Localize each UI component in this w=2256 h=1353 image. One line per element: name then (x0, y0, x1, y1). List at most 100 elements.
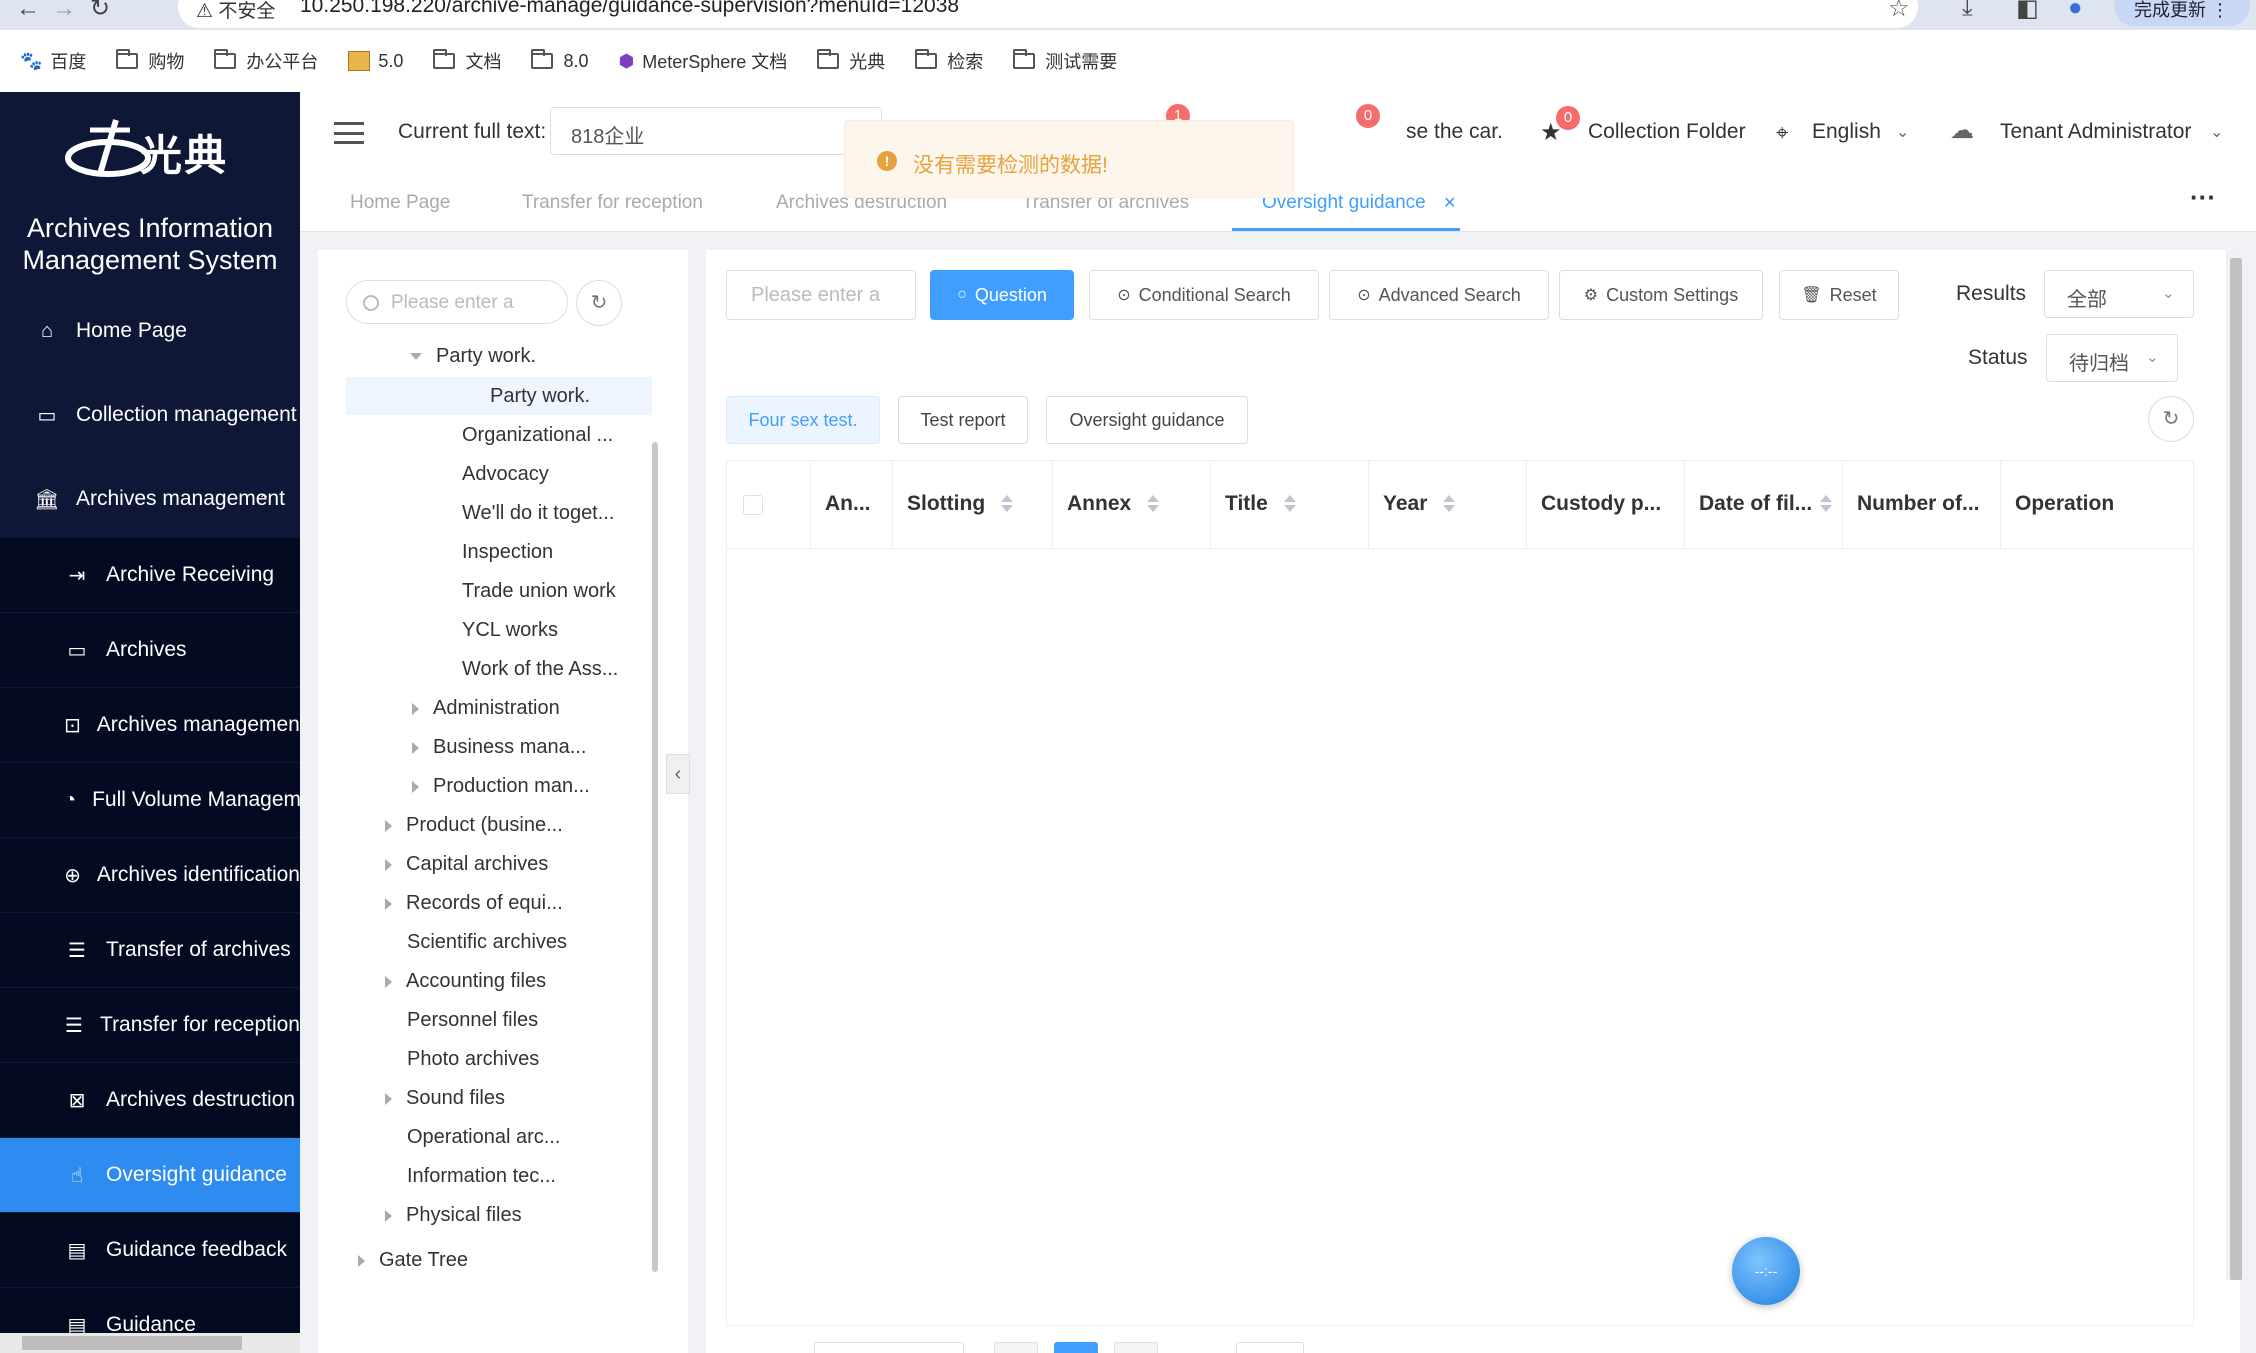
bookmark-5-0[interactable]: 5.0 (348, 51, 403, 72)
column-header[interactable]: Title (1211, 461, 1369, 549)
sidebar-item-home[interactable]: ⌂ Home Page (0, 294, 300, 368)
bookmark-guangdian[interactable]: 光典 (817, 48, 885, 74)
scrollbar-thumb[interactable] (22, 1336, 242, 1350)
bookmark-shopping[interactable]: 购物 (116, 48, 184, 74)
status-select[interactable]: 待归档 ⌄ (2046, 334, 2178, 382)
tab-home-page[interactable]: Home Page (350, 192, 450, 214)
collection-folder-link[interactable]: Collection Folder (1588, 120, 1746, 144)
chevron-down-icon[interactable]: ⌄ (2210, 122, 2223, 142)
subtab-oversight-guidance[interactable]: Oversight guidance (1046, 396, 1248, 444)
tree-node[interactable]: Physical files (385, 1196, 522, 1234)
sort-icon[interactable] (1147, 495, 1160, 513)
profile-icon[interactable]: ● (2068, 0, 2083, 22)
tree-node[interactable]: Records of equi... (385, 884, 563, 922)
chevron-down-icon[interactable]: ⌄ (1896, 122, 1909, 142)
sort-icon[interactable] (1820, 495, 1833, 513)
user-menu[interactable]: Tenant Administrator (2000, 120, 2191, 144)
sidebar-item-collection-management[interactable]: ▭ Collection management ⌄ (0, 378, 300, 452)
bookmark-star-icon[interactable]: ☆ (1888, 0, 1910, 23)
tree-node[interactable]: Information tec... (407, 1157, 556, 1195)
floating-assistant-button[interactable]: --:-- (1732, 1237, 1800, 1305)
bookmark-8-0[interactable]: 8.0 (531, 49, 588, 72)
tree-node-selected[interactable]: Party work. (346, 377, 652, 415)
tree-node[interactable]: Gate Tree (358, 1241, 468, 1279)
sidebar-item-archives[interactable]: ▭ Archives (0, 613, 300, 687)
more-icon[interactable]: ··· (2190, 182, 2216, 213)
scrollbar-thumb[interactable] (2230, 258, 2242, 1280)
sidebar-item-transfer-of-archives[interactable]: ☰ Transfer of archives (0, 913, 300, 987)
tree-node[interactable]: Party work. (410, 337, 536, 375)
update-button[interactable]: 完成更新 ⋮ (2114, 0, 2250, 26)
tree-node[interactable]: Work of the Ass... (462, 650, 618, 688)
caret-right-icon[interactable] (385, 858, 392, 871)
car-text[interactable]: se the car. (1406, 120, 1503, 144)
query-input[interactable]: Please enter a (726, 270, 916, 320)
sidebar-item-archives-management[interactable]: 🏛 Archives management ⌃ (0, 462, 300, 536)
tree-node[interactable]: Sound files (385, 1079, 505, 1117)
table-refresh-button[interactable]: ↻ (2148, 396, 2194, 442)
collapse-tree-button[interactable]: ‹ (666, 754, 690, 794)
sidebar-horizontal-scrollbar[interactable] (0, 1333, 300, 1353)
pagination-jump-input[interactable] (1236, 1342, 1304, 1353)
sort-icon[interactable] (1283, 495, 1296, 513)
sort-icon[interactable] (1443, 495, 1456, 513)
menu-toggle-icon[interactable] (334, 122, 364, 144)
column-header[interactable]: Date of fil... (1685, 461, 1843, 549)
sidebar-item-transfer-for-reception[interactable]: ☰ Transfer for reception (0, 988, 300, 1062)
advanced-search-button[interactable]: ⊙ Advanced Search (1329, 270, 1549, 320)
caret-right-icon[interactable] (385, 1092, 392, 1105)
sidebar-item-oversight-guidance[interactable]: ☝ Oversight guidance (0, 1138, 300, 1212)
caret-down-icon[interactable] (410, 353, 422, 361)
pagination-size-select[interactable] (814, 1342, 964, 1353)
tree-node[interactable]: Production man... (412, 767, 590, 805)
caret-right-icon[interactable] (385, 897, 392, 910)
tree-node[interactable]: Personnel files (407, 1001, 538, 1039)
column-header[interactable]: Annex (1053, 461, 1211, 549)
caret-right-icon[interactable] (412, 741, 419, 754)
caret-right-icon[interactable] (412, 702, 419, 715)
url-text[interactable]: 10.250.198.220/archive-manage/guidance-s… (300, 0, 959, 18)
subtab-test-report[interactable]: Test report (898, 396, 1028, 444)
tree-node[interactable]: Trade union work (462, 572, 616, 610)
pagination-next[interactable] (1114, 1342, 1158, 1353)
security-warning[interactable]: ⚠ 不安全 (196, 0, 275, 23)
bookmark-docs[interactable]: 文档 (433, 48, 501, 74)
current-full-text-input[interactable]: 818企业 (550, 107, 882, 155)
reload-icon[interactable]: ↻ (90, 0, 110, 21)
bookmark-office[interactable]: 办公平台 (214, 48, 318, 74)
reset-button[interactable]: 🗑 Reset (1779, 270, 1899, 320)
sidebar-item-archives-destruction[interactable]: ⊠ Archives destruction (0, 1063, 300, 1137)
tree-refresh-button[interactable]: ↻ (576, 280, 622, 326)
tree-node[interactable]: Business mana... (412, 728, 586, 766)
language-selector[interactable]: English (1812, 120, 1881, 144)
tree-node[interactable]: Administration (412, 689, 560, 727)
sidebar-item-guidance-feedback[interactable]: ▤ Guidance feedback (0, 1213, 300, 1287)
subtab-four-sex-test[interactable]: Four sex test. (726, 396, 880, 444)
question-button[interactable]: ○ Question (930, 270, 1074, 320)
tree-scrollbar[interactable] (652, 442, 658, 1272)
forward-icon[interactable]: → (52, 0, 76, 21)
column-header[interactable]: Custody p... (1527, 461, 1685, 549)
sidebar-item-full-volume[interactable]: ◔ Full Volume Management (0, 763, 300, 837)
caret-right-icon[interactable] (358, 1254, 365, 1267)
tree-node[interactable]: Accounting files (385, 962, 546, 1000)
column-header[interactable]: An... (811, 461, 893, 549)
bookmark-testing[interactable]: 测试需要 (1013, 48, 1117, 74)
tree-node[interactable]: Organizational ... (462, 416, 613, 454)
tree-node[interactable]: YCL works (462, 611, 558, 649)
tab-transfer-for-reception[interactable]: Transfer for reception (522, 192, 703, 214)
pagination-page-current[interactable] (1054, 1342, 1098, 1353)
caret-right-icon[interactable] (385, 819, 392, 832)
caret-right-icon[interactable] (412, 780, 419, 793)
sidebar-item-archives-management-sub[interactable]: ⊡ Archives management (0, 688, 300, 762)
tree-node[interactable]: Advocacy (462, 455, 549, 493)
pagination-prev[interactable] (994, 1342, 1038, 1353)
tree-node[interactable]: Operational arc... (407, 1118, 560, 1156)
sidebar-item-archives-identification[interactable]: ⊕ Archives identification (0, 838, 300, 912)
sidebar-item-archive-receiving[interactable]: ⇥ Archive Receiving (0, 538, 300, 612)
select-all-checkbox[interactable] (743, 495, 763, 515)
bookmark-metersphere[interactable]: ⬢ MeterSphere 文档 (618, 48, 787, 74)
caret-right-icon[interactable] (385, 975, 392, 988)
bookmark-baidu[interactable]: 🐾 百度 (20, 48, 86, 74)
tree-node[interactable]: Photo archives (407, 1040, 539, 1078)
